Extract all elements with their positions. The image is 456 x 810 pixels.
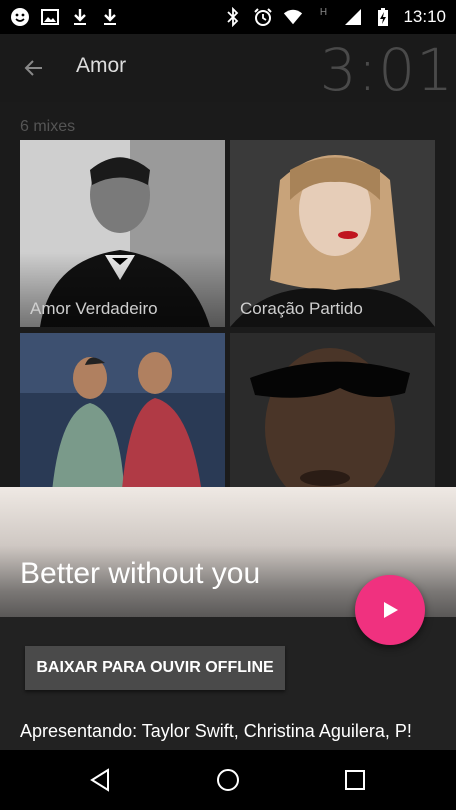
arrow-back-icon: [24, 60, 42, 76]
mix-tile-label: Coração Partido: [240, 299, 363, 318]
back-button[interactable]: [18, 52, 50, 84]
hspa-icon: H: [319, 7, 328, 18]
page-title: Amor: [76, 54, 127, 77]
triangle-back-icon: [90, 768, 109, 792]
mix-cover-image: [230, 333, 435, 487]
featuring-artists: Apresentando: Taylor Swift, Christina Ag…: [20, 721, 412, 741]
mix-tile[interactable]: Amor Verdadeiro: [20, 140, 225, 327]
wifi-icon: [283, 7, 303, 27]
mix-count: 6 mixes: [20, 118, 76, 135]
play-icon: [384, 602, 398, 618]
notification-icons: [10, 7, 120, 27]
download-offline-button[interactable]: BAIXAR PARA OUVIR OFFLINE: [25, 646, 285, 690]
navigation-bar: [0, 750, 456, 810]
mix-list: 6 mixes Amor Verdadeiro Coração Partido: [0, 102, 456, 487]
mix-tile[interactable]: [20, 333, 225, 487]
status-time: 13:10: [403, 7, 446, 26]
mix-tile-label: Amor Verdadeiro: [30, 299, 158, 318]
clock-display: 3:01: [319, 36, 454, 104]
mix-tile[interactable]: [230, 333, 435, 487]
bluetooth-icon: [223, 7, 243, 27]
play-button[interactable]: [355, 575, 425, 645]
circle-home-icon: [217, 769, 239, 791]
system-icons: H 13:10: [223, 7, 446, 27]
nav-recents-button[interactable]: [340, 765, 370, 795]
mix-tile[interactable]: Coração Partido: [230, 140, 435, 327]
image-notification-icon: [40, 7, 60, 27]
status-bar: H 13:10: [0, 0, 456, 34]
mix-cover-image: [20, 333, 225, 487]
nav-back-button[interactable]: [86, 765, 116, 795]
signal-icon: [343, 7, 363, 27]
square-recents-icon: [345, 770, 365, 790]
download-icon: [100, 7, 120, 27]
smiley-notification-icon: [10, 7, 30, 27]
download-icon: [70, 7, 90, 27]
nav-home-button[interactable]: [213, 765, 243, 795]
battery-charging-icon: [373, 7, 393, 27]
mix-title: Better without you: [20, 557, 261, 590]
app-bar: Amor 3:01: [0, 34, 456, 104]
alarm-icon: [253, 7, 273, 27]
